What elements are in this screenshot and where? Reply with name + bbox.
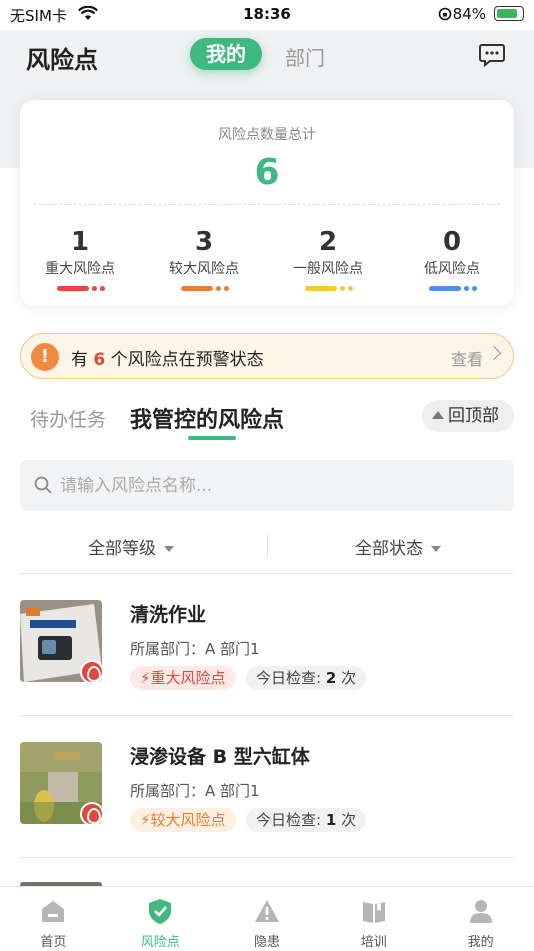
page-title: 风险点 [26,46,98,74]
warning-count: 6 [93,350,106,370]
level-tag: ⚡重大风险点 [130,666,236,690]
stat-low[interactable]: 0 低风险点 [392,226,512,292]
divider [20,573,514,574]
item-department: 所属部门：A 部门1 [130,782,260,800]
caret-down-icon [431,546,441,552]
divider [20,715,514,716]
fire-icon [80,660,104,684]
total-label: 风险点数量总计 [218,127,316,143]
battery-percent: 84% [452,5,486,23]
warning-icon [254,900,279,922]
shield-check-icon [149,899,172,924]
level-bar [268,286,388,292]
stat-count: 0 [442,227,462,257]
nav-label: 我的 [467,935,494,950]
stat-label: 一般风险点 [293,261,363,277]
stat-count: 3 [194,227,214,257]
stat-label: 低风险点 [424,261,480,277]
view-link[interactable]: 查看 [451,346,483,370]
nav-home[interactable]: 首页 [0,887,107,951]
stat-count: 1 [70,227,90,257]
level-bar [144,286,264,292]
status-filter[interactable]: 全部状态 [355,534,441,559]
tab-my-risk-points[interactable]: 我管控的风险点 [130,402,284,434]
check-count-tag: 今日检查: 2 次 [246,666,367,690]
caret-down-icon [164,546,174,552]
status-bar: 无SIM卡 18:36 84% [0,0,534,30]
summary-card: 风险点数量总计 6 1 重大风险点 3 较大风险点 2 一般风险点 0 低风险点 [20,100,514,306]
tab-indicator [188,436,236,440]
total-count: 6 [254,152,280,193]
search-input[interactable] [60,460,500,511]
search-bar [20,460,514,511]
nav-training[interactable]: 培训 [320,887,427,951]
stat-large[interactable]: 3 较大风险点 [144,226,264,292]
level-bar [20,286,140,292]
home-icon [42,901,65,922]
lightning-icon: ⚡ [140,669,151,687]
item-department: 所属部门：A 部门1 [130,640,260,658]
header: 风险点 我的 部门 [0,32,534,76]
exclamation-icon: ! [31,343,59,371]
list-item[interactable]: 浸渗设备 B 型六缸体 所属部门：A 部门1 ⚡较大风险点 今日检查: 1 次 [20,742,514,882]
message-icon[interactable] [478,42,506,68]
item-name: 浸渗设备 B 型六缸体 [130,746,310,768]
orientation-lock-icon [438,7,452,21]
nav-label: 隐患 [253,935,280,950]
bottom-nav: 首页 风险点 隐患 培训 我的 [0,886,534,950]
search-icon [34,476,52,494]
divider [267,535,268,557]
level-filter[interactable]: 全部等级 [88,534,174,559]
tab-department[interactable]: 部门 [285,42,325,71]
stat-major[interactable]: 1 重大风险点 [20,226,140,292]
check-count-tag: 今日检查: 1 次 [246,808,367,832]
battery-icon [494,6,524,21]
nav-label: 风险点 [140,935,180,950]
nav-label: 首页 [40,935,67,950]
list-item[interactable]: 清洗作业 所属部门：A 部门1 ⚡重大风险点 今日检查: 2 次 [20,600,514,740]
filter-bar: 全部等级 全部状态 [20,526,514,566]
back-to-top-button[interactable]: 回顶部 [422,400,514,432]
chevron-right-icon [486,345,502,361]
warning-text: 有 6 个风险点在预警状态 [71,350,264,370]
divider [34,204,500,205]
nav-label: 培训 [360,935,387,950]
level-bar [392,286,512,292]
lightning-icon: ⚡ [140,811,151,829]
stat-label: 重大风险点 [45,261,115,277]
fire-icon [80,802,104,826]
tab-mine[interactable]: 我的 [190,38,262,70]
item-name: 清洗作业 [130,604,207,626]
nav-hazards[interactable]: 隐患 [214,887,321,951]
nav-risk-points[interactable]: 风险点 [107,887,214,951]
nav-mine[interactable]: 我的 [427,887,534,951]
divider [20,857,514,858]
stat-label: 较大风险点 [169,261,239,277]
tab-todo[interactable]: 待办任务 [30,405,106,432]
level-tag: ⚡较大风险点 [130,808,236,832]
book-icon [362,902,385,923]
stat-general[interactable]: 2 一般风险点 [268,226,388,292]
warning-banner[interactable]: ! 有 6 个风险点在预警状态 查看 [20,333,514,379]
stat-count: 2 [318,227,338,257]
user-icon [469,900,492,923]
